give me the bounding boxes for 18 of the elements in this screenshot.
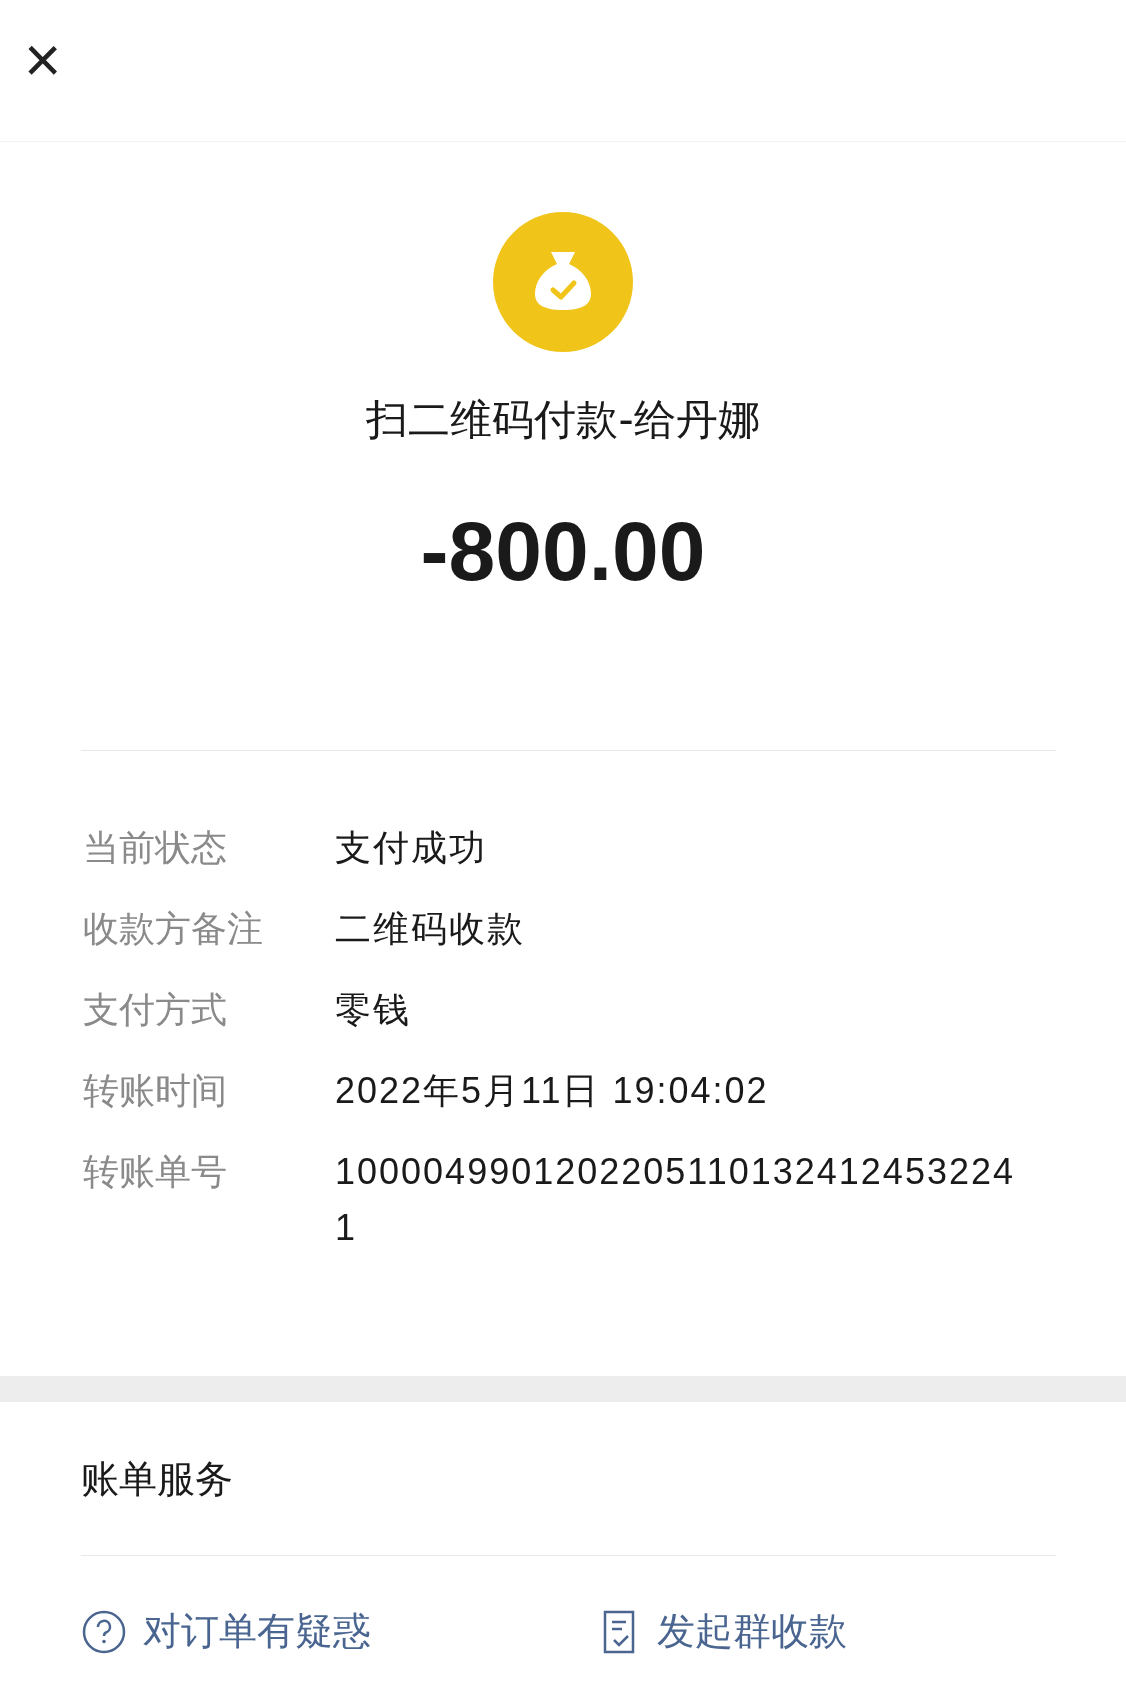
close-button[interactable]: × — [24, 28, 62, 92]
money-bag-icon — [493, 212, 633, 352]
detail-value: 二维码收款 — [335, 907, 526, 951]
detail-value: 支付成功 — [335, 826, 488, 870]
help-icon — [81, 1608, 127, 1655]
payment-amount: -800.00 — [420, 503, 706, 600]
detail-label: 转账时间 — [83, 1069, 228, 1113]
detail-label: 当前状态 — [83, 826, 228, 870]
detail-label: 支付方式 — [83, 988, 228, 1032]
payment-title: 扫二维码付款-给丹娜 — [366, 394, 760, 446]
section-title: 账单服务 — [80, 1456, 234, 1503]
detail-value: 2022年5月11日 19:04:02 — [335, 1069, 770, 1113]
service-link[interactable]: 发起群收款 — [601, 1606, 1121, 1657]
detail-value: 10000499012022051101324124532241 — [335, 1150, 1016, 1250]
service-link[interactable]: 对订单有疑惑 — [81, 1606, 601, 1657]
detail-value: 零钱 — [335, 988, 412, 1032]
detail-label: 转账单号 — [83, 1150, 228, 1194]
detail-label: 收款方备注 — [83, 907, 264, 951]
